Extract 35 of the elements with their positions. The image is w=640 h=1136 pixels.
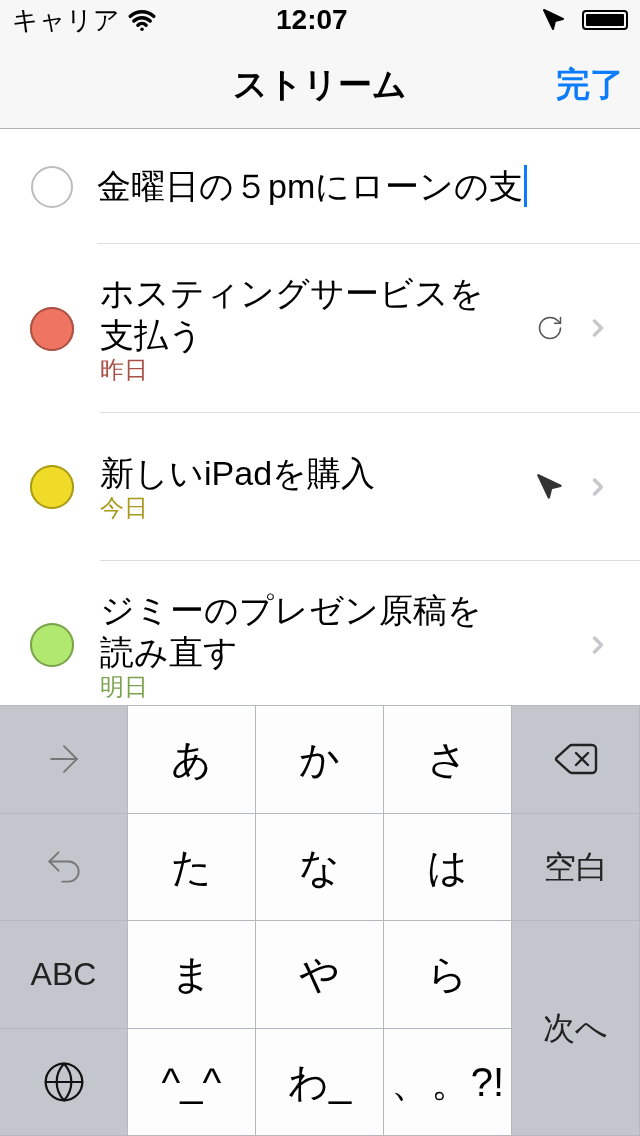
battery-icon [582,10,628,30]
task-row[interactable]: ジミーのプレゼン原稿を読み直す 明日 [0,561,640,705]
location-arrow-icon [542,8,566,32]
globe-key[interactable] [0,1028,128,1136]
key[interactable]: な [256,813,384,921]
key[interactable]: わ_ [256,1028,384,1136]
key[interactable]: ABC [0,921,128,1029]
key[interactable]: 空白 [512,813,640,921]
key[interactable]: さ [384,706,512,814]
key[interactable]: ^_^ [128,1028,256,1136]
key[interactable]: や [256,921,384,1029]
carrier-label: キャリア [12,3,120,37]
task-row[interactable]: ホスティングサービスを支払う 昨日 [0,244,640,413]
key[interactable]: あ [128,706,256,814]
due-date: 今日 [100,493,149,522]
screen-title: ストリーム [233,63,407,105]
key[interactable]: ま [128,921,256,1029]
task-title: ホスティングサービスを支払う [100,273,485,356]
key[interactable]: ら [384,921,512,1029]
key[interactable]: か [256,706,384,814]
key[interactable]: 、。?! [384,1028,512,1136]
repeat-icon [536,314,564,342]
key[interactable]: は [384,813,512,921]
due-date: 明日 [100,673,149,701]
location-arrow-icon [536,472,564,501]
task-row[interactable]: 新しいiPadを購入 今日 [0,413,640,561]
done-button[interactable]: 完了 [556,58,624,110]
task-input-field[interactable]: 金曜日の５pmにローンの支 [97,129,640,244]
clock: 12:07 [276,3,348,37]
due-date: 昨日 [100,356,149,384]
task-title: ジミーのプレゼン原稿を読み直す [100,590,483,673]
task-title: 新しいiPadを購入 [100,452,377,494]
key[interactable]: た [128,813,256,921]
delete-key[interactable] [512,706,640,814]
next-key[interactable]: 次へ [512,921,640,1136]
